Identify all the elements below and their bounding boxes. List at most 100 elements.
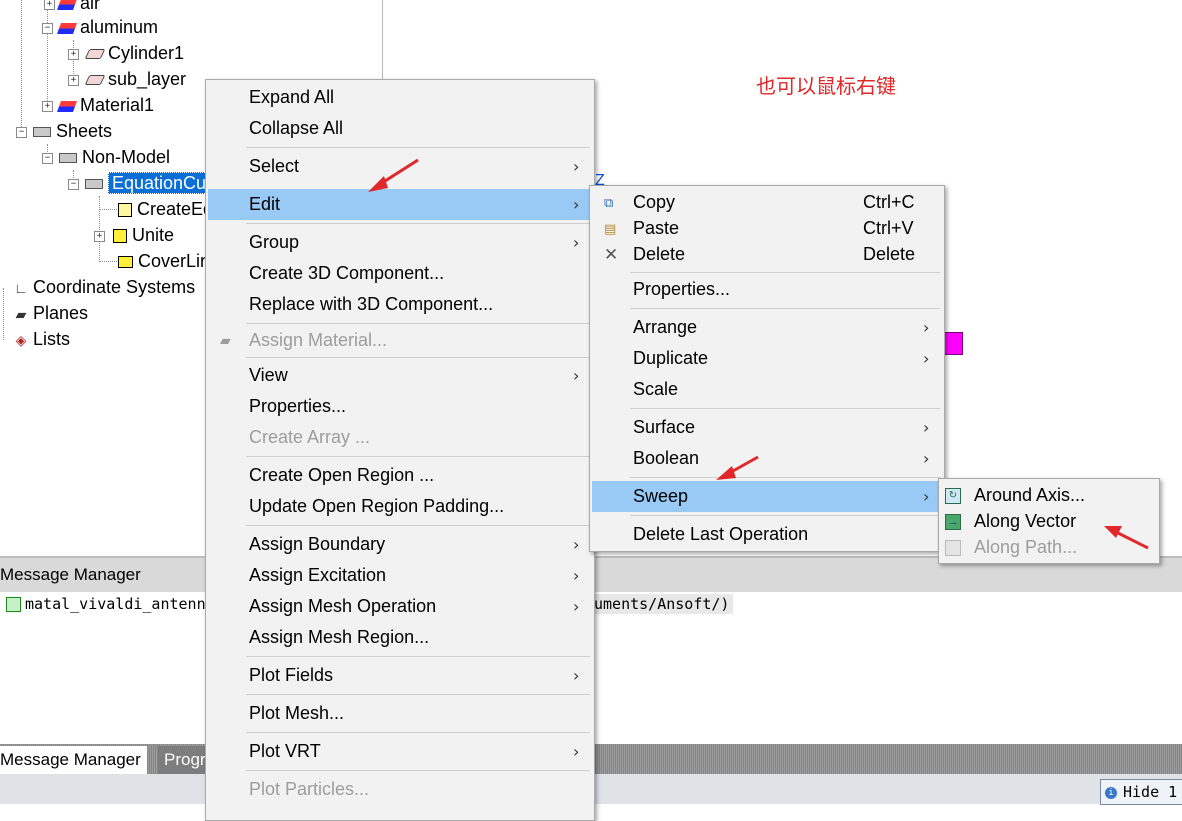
tree-item-sub-layer[interactable]: + sub_layer [68, 66, 186, 92]
menu-item-duplicate[interactable]: Duplicate › [590, 343, 944, 374]
menu-item-label: Plot Particles... [249, 779, 370, 799]
project-icon [6, 597, 21, 612]
tree-item-sheets[interactable]: − Sheets [16, 118, 112, 144]
sweep-vector-icon: → [945, 514, 961, 530]
create-op-icon [118, 203, 132, 218]
menu-item-collapse-all[interactable]: Collapse All [206, 113, 594, 144]
menu-item-assign-boundary[interactable]: Assign Boundary › [206, 529, 594, 560]
menu-item-label: Assign Material... [249, 330, 388, 350]
collapse-icon[interactable]: − [42, 152, 53, 164]
menu-item-delete-last-operation[interactable]: Delete Last Operation [590, 519, 944, 550]
menu-item-surface[interactable]: Surface › [590, 412, 944, 443]
tree-item-label: Coordinate Systems [33, 277, 196, 297]
menu-item-update-open-region-padding[interactable]: Update Open Region Padding... [206, 491, 594, 522]
tree-item-non-model[interactable]: − Non-Model [42, 144, 170, 170]
menu-item-label: Create Open Region ... [249, 465, 435, 485]
annotation-note: 也可以鼠标右键 [756, 74, 896, 98]
menu-item-label: Assign Mesh Region... [249, 627, 430, 647]
submenu-arrow-icon: › [573, 157, 580, 176]
menu-item-create-3d-component[interactable]: Create 3D Component... [206, 258, 594, 289]
menu-item-label: Plot VRT [249, 741, 321, 761]
menu-item-view[interactable]: View › [206, 360, 594, 391]
message-manager-title: Message Manager [0, 565, 141, 584]
submenu-arrow-icon: › [923, 349, 930, 368]
menu-item-label: Plot Fields [249, 665, 334, 685]
tree-item-unite[interactable]: + Unite [94, 222, 174, 248]
tab-message-manager[interactable]: Message Manager [0, 746, 147, 774]
cylinder-icon [84, 75, 106, 86]
tree-item-label: Non-Model [82, 147, 171, 167]
axes-icon: ∟ [14, 280, 28, 297]
tree-item-label: Planes [33, 303, 89, 323]
menu-separator [246, 456, 590, 457]
menu-item-label: Assign Excitation [249, 565, 387, 585]
menu-item-label: Replace with 3D Component... [249, 294, 494, 314]
menu-item-assign-mesh-region[interactable]: Assign Mesh Region... [206, 622, 594, 653]
tree-item-lists[interactable]: ◈ Lists [14, 326, 70, 352]
tree-item-label: Lists [33, 329, 71, 349]
menu-item-create-open-region[interactable]: Create Open Region ... [206, 460, 594, 491]
menu-item-plot-particles[interactable]: Plot Particles... [206, 774, 594, 805]
tree-item-material1[interactable]: + Material1 [42, 92, 154, 118]
menu-item-plot-mesh[interactable]: Plot Mesh... [206, 698, 594, 729]
message-text-tail: uments/Ansoft/) [594, 594, 734, 614]
expand-icon[interactable]: + [68, 74, 79, 86]
menu-separator [630, 308, 940, 309]
submenu-arrow-icon: › [923, 487, 930, 506]
menu-item-label: Edit [249, 194, 281, 214]
menu-separator [246, 525, 590, 526]
sheet-icon [85, 179, 103, 190]
menu-item-label: Delete [633, 244, 686, 264]
menu-item-create-array[interactable]: Create Array ... [206, 422, 594, 453]
model-object[interactable] [944, 332, 963, 355]
menu-separator [246, 694, 590, 695]
sweep-path-icon [945, 540, 961, 556]
annotation-arrow-edit [368, 158, 419, 192]
menu-item-label: Duplicate [633, 348, 709, 368]
tree-item-label: Sheets [56, 121, 113, 141]
menu-item-plot-fields[interactable]: Plot Fields › [206, 660, 594, 691]
submenu-arrow-icon: › [573, 566, 580, 585]
expand-icon[interactable]: + [42, 100, 53, 112]
menu-item-expand-all[interactable]: Expand All [206, 82, 594, 113]
menu-item-plot-vrt[interactable]: Plot VRT › [206, 736, 594, 767]
collapse-icon[interactable]: − [42, 22, 53, 34]
submenu-arrow-icon: › [923, 449, 930, 468]
unite-op-icon [113, 229, 127, 244]
menu-item-label: Assign Boundary [249, 534, 386, 554]
message-line[interactable]: matal_vivaldi_antenn [6, 594, 206, 614]
menu-item-assign-excitation[interactable]: Assign Excitation › [206, 560, 594, 591]
expand-icon[interactable]: + [94, 230, 105, 242]
collapse-icon[interactable]: − [68, 178, 79, 190]
menu-item-properties[interactable]: Properties... [590, 274, 944, 305]
submenu-arrow-icon: › [573, 666, 580, 685]
menu-item-arrange[interactable]: Arrange › [590, 312, 944, 343]
tree-item-coordinate-systems[interactable]: ∟ Coordinate Systems [14, 274, 195, 300]
cover-op-icon [118, 256, 133, 269]
menu-item-properties[interactable]: Properties... [206, 391, 594, 422]
tree-item-aluminum[interactable]: − aluminum [42, 14, 158, 40]
hide-messages-button[interactable]: i Hide 1 [1100, 779, 1182, 805]
menu-separator [630, 477, 940, 478]
menu-item-assign-mesh-operation[interactable]: Assign Mesh Operation › [206, 591, 594, 622]
sweep-axis-icon: ↻ [945, 488, 961, 504]
menu-item-label: Properties... [249, 396, 347, 416]
submenu-arrow-icon: › [923, 418, 930, 437]
message-text: matal_vivaldi_antenn [25, 595, 206, 613]
menu-item-group[interactable]: Group › [206, 227, 594, 258]
submenu-arrow-icon: › [573, 366, 580, 385]
expand-icon[interactable]: + [68, 48, 79, 60]
menu-item-replace-3d-component[interactable]: Replace with 3D Component... [206, 289, 594, 320]
menu-separator [630, 515, 940, 516]
menu-item-scale[interactable]: Scale [590, 374, 944, 405]
submenu-arrow-icon: › [573, 597, 580, 616]
tree-connector [99, 209, 117, 210]
tree-item-planes[interactable]: ▰ Planes [14, 300, 88, 326]
collapse-icon[interactable]: − [16, 126, 27, 138]
menu-item-sweep[interactable]: Sweep › [592, 481, 942, 512]
menu-item-delete[interactable]: ✕ Delete Delete [590, 239, 944, 270]
menu-separator [246, 770, 590, 771]
menu-item-assign-material[interactable]: ▰ Assign Material... [206, 325, 594, 356]
tree-item-cylinder1[interactable]: + Cylinder1 [68, 40, 184, 66]
hide-button-label: Hide 1 [1123, 783, 1178, 801]
